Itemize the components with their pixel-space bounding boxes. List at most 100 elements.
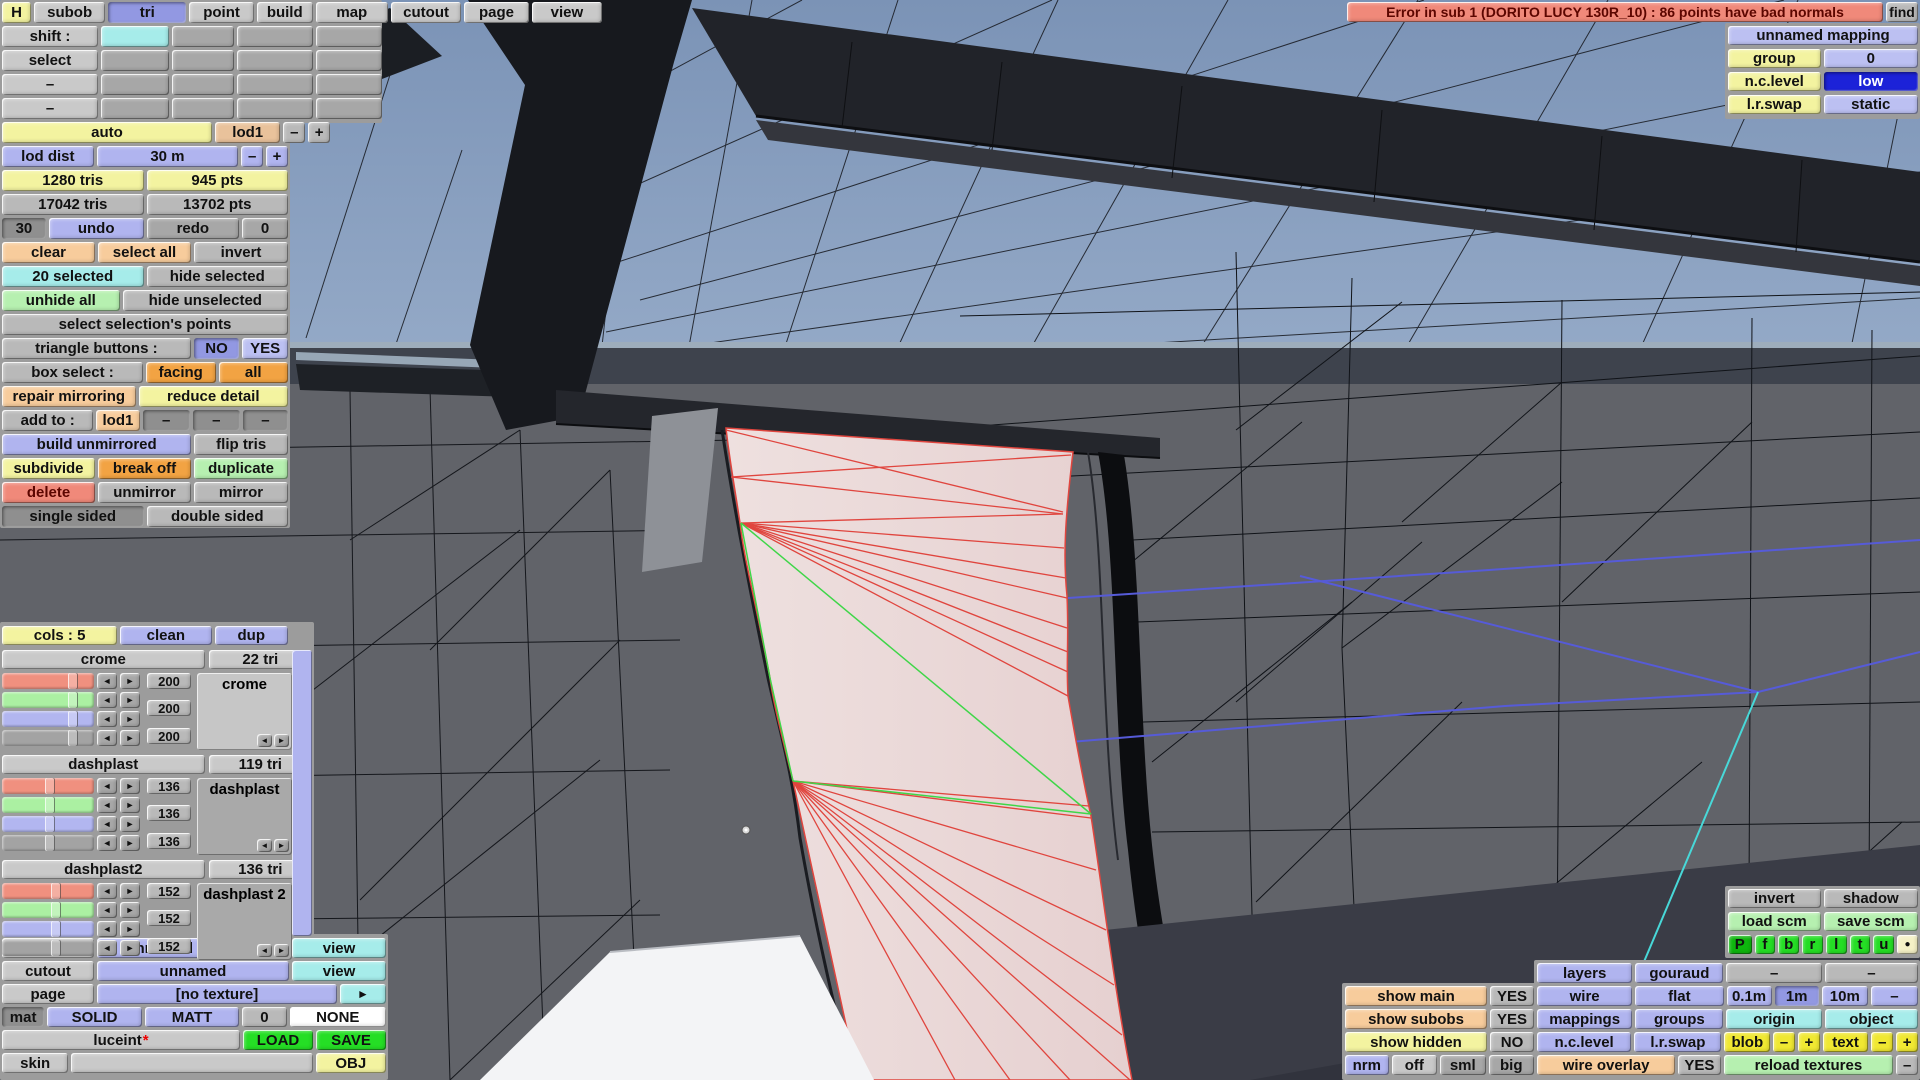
increment-a-button[interactable]: ►: [120, 835, 140, 851]
value-b-dashplast2[interactable]: 152: [147, 938, 191, 954]
tool-grid-shift[interactable]: shift :: [2, 26, 98, 47]
tool-grid-cell-2-1[interactable]: [101, 74, 169, 95]
increment-a-button[interactable]: ►: [120, 730, 140, 746]
value-g-dashplast2[interactable]: 152: [147, 910, 191, 926]
bottom-left-cell-5-1[interactable]: [71, 1053, 312, 1073]
slider-thumb[interactable]: [45, 797, 55, 813]
slider-b-dashplast[interactable]: [2, 816, 94, 832]
increment-g-button[interactable]: ►: [120, 902, 140, 918]
left-panel-0[interactable]: 0: [242, 218, 288, 239]
mapping-info-low[interactable]: low: [1824, 72, 1919, 91]
left-panel-cell[interactable]: –: [243, 410, 288, 431]
slider-b-crome[interactable]: [2, 711, 94, 727]
decrement-r-button[interactable]: ◄: [97, 673, 117, 689]
show-panel-sml[interactable]: sml: [1440, 1055, 1486, 1075]
left-panel-repair-mirroring[interactable]: repair mirroring: [2, 386, 136, 407]
increment-b-button[interactable]: ►: [120, 711, 140, 727]
left-panel-auto[interactable]: auto: [2, 122, 212, 143]
tool-grid-cell-0-4[interactable]: [316, 26, 382, 47]
slider-thumb[interactable]: [45, 835, 55, 851]
materials-header-dup[interactable]: dup: [215, 626, 288, 645]
left-panel-redo[interactable]: redo: [147, 218, 240, 239]
left-panel-lod-dist[interactable]: lod dist: [2, 146, 94, 167]
materials-header-cols-5[interactable]: cols : 5: [2, 626, 117, 645]
scm-panel-cell[interactable]: ●: [1897, 935, 1918, 954]
slider-g-crome[interactable]: [2, 692, 94, 708]
display-panel-cell[interactable]: –: [1871, 1032, 1893, 1052]
left-panel-triangle-buttons[interactable]: triangle buttons :: [2, 338, 191, 359]
display-panel-cell[interactable]: –: [1825, 963, 1918, 983]
left-panel-subdivide[interactable]: subdivide: [2, 458, 95, 479]
left-panel-clear[interactable]: clear: [2, 242, 95, 263]
tool-grid-cell-0-1[interactable]: [101, 26, 169, 47]
scm-panel-load-scm[interactable]: load scm: [1728, 912, 1821, 931]
left-panel-select-all[interactable]: select all: [98, 242, 191, 263]
left-panel-yes[interactable]: YES: [242, 338, 288, 359]
display-panel-10m[interactable]: 10m: [1822, 986, 1868, 1006]
slider-g-dashplast2[interactable]: [2, 902, 94, 918]
slider-thumb[interactable]: [68, 673, 78, 689]
slider-thumb[interactable]: [51, 921, 61, 937]
display-panel-wire-overlay[interactable]: wire overlay: [1537, 1055, 1675, 1075]
scm-panel-t[interactable]: t: [1850, 935, 1871, 954]
value-b-dashplast[interactable]: 136: [147, 833, 191, 849]
scm-panel-invert[interactable]: invert: [1728, 889, 1821, 908]
left-panel-add-to[interactable]: add to :: [2, 410, 93, 431]
left-panel-single-sided[interactable]: single sided: [2, 506, 144, 527]
slider-a-dashplast2[interactable]: [2, 940, 94, 956]
slider-thumb[interactable]: [68, 692, 78, 708]
bottom-left-skin[interactable]: skin: [2, 1053, 68, 1073]
value-r-dashplast2[interactable]: 152: [147, 883, 191, 899]
decrement-b-button[interactable]: ◄: [97, 816, 117, 832]
tool-grid-cell-1-4[interactable]: [316, 50, 382, 71]
display-panel-reload-textures[interactable]: reload textures: [1724, 1055, 1894, 1075]
tool-grid-cell-3-4[interactable]: [316, 98, 382, 119]
show-panel-no[interactable]: NO: [1490, 1032, 1534, 1052]
show-panel-off[interactable]: off: [1392, 1055, 1438, 1075]
bottom-left-load[interactable]: LOAD: [243, 1030, 313, 1050]
bottom-left-mat[interactable]: mat: [2, 1007, 44, 1027]
slider-thumb[interactable]: [51, 940, 61, 956]
scm-panel-shadow[interactable]: shadow: [1824, 889, 1919, 908]
tool-grid-cell-1-3[interactable]: [237, 50, 313, 71]
tool-grid-cell[interactable]: –: [2, 98, 98, 119]
decrement-b-button[interactable]: ◄: [97, 921, 117, 937]
increment-r-button[interactable]: ►: [120, 883, 140, 899]
tool-grid-cell-3-2[interactable]: [172, 98, 234, 119]
increment-r-button[interactable]: ►: [120, 673, 140, 689]
tool-grid-cell-2-3[interactable]: [237, 74, 313, 95]
mapping-info-0[interactable]: 0: [1824, 49, 1919, 68]
main-menu-cutout[interactable]: cutout: [391, 2, 461, 23]
decrement-a-button[interactable]: ◄: [97, 835, 117, 851]
display-panel-gouraud[interactable]: gouraud: [1635, 963, 1723, 983]
decrement-g-button[interactable]: ◄: [97, 902, 117, 918]
tool-grid-cell-3-3[interactable]: [237, 98, 313, 119]
scm-panel-save-scm[interactable]: save scm: [1824, 912, 1919, 931]
left-panel-mirror[interactable]: mirror: [194, 482, 288, 503]
increment-b-button[interactable]: ►: [120, 816, 140, 832]
main-menu-page[interactable]: page: [464, 2, 529, 23]
display-panel-mappings[interactable]: mappings: [1537, 1009, 1632, 1029]
left-panel-undo[interactable]: undo: [49, 218, 144, 239]
value-r-crome[interactable]: 200: [147, 673, 191, 689]
left-panel-box-select[interactable]: box select :: [2, 362, 143, 383]
display-panel-object[interactable]: object: [1825, 1009, 1918, 1029]
left-panel-cell[interactable]: –: [241, 146, 263, 167]
left-panel-cell[interactable]: –: [193, 410, 240, 431]
display-panel-cell[interactable]: +: [1896, 1032, 1918, 1052]
show-panel-show-hidden[interactable]: show hidden: [1345, 1032, 1487, 1052]
materials-scrollbar[interactable]: [292, 650, 312, 936]
prev-material-button[interactable]: ◄: [257, 839, 272, 852]
left-panel-duplicate[interactable]: duplicate: [194, 458, 288, 479]
left-panel-unmirror[interactable]: unmirror: [98, 482, 191, 503]
material-display-crome[interactable]: crome◄►: [197, 673, 292, 750]
left-panel-all[interactable]: all: [219, 362, 289, 383]
left-panel-20-selected[interactable]: 20 selected: [2, 266, 144, 287]
display-panel-blob[interactable]: blob: [1724, 1032, 1770, 1052]
display-panel-origin[interactable]: origin: [1726, 1009, 1821, 1029]
display-panel-0-1m[interactable]: 0.1m: [1727, 986, 1772, 1006]
decrement-g-button[interactable]: ◄: [97, 692, 117, 708]
display-panel-cell[interactable]: +: [1798, 1032, 1820, 1052]
tool-grid-cell-2-4[interactable]: [316, 74, 382, 95]
increment-a-button[interactable]: ►: [120, 940, 140, 956]
